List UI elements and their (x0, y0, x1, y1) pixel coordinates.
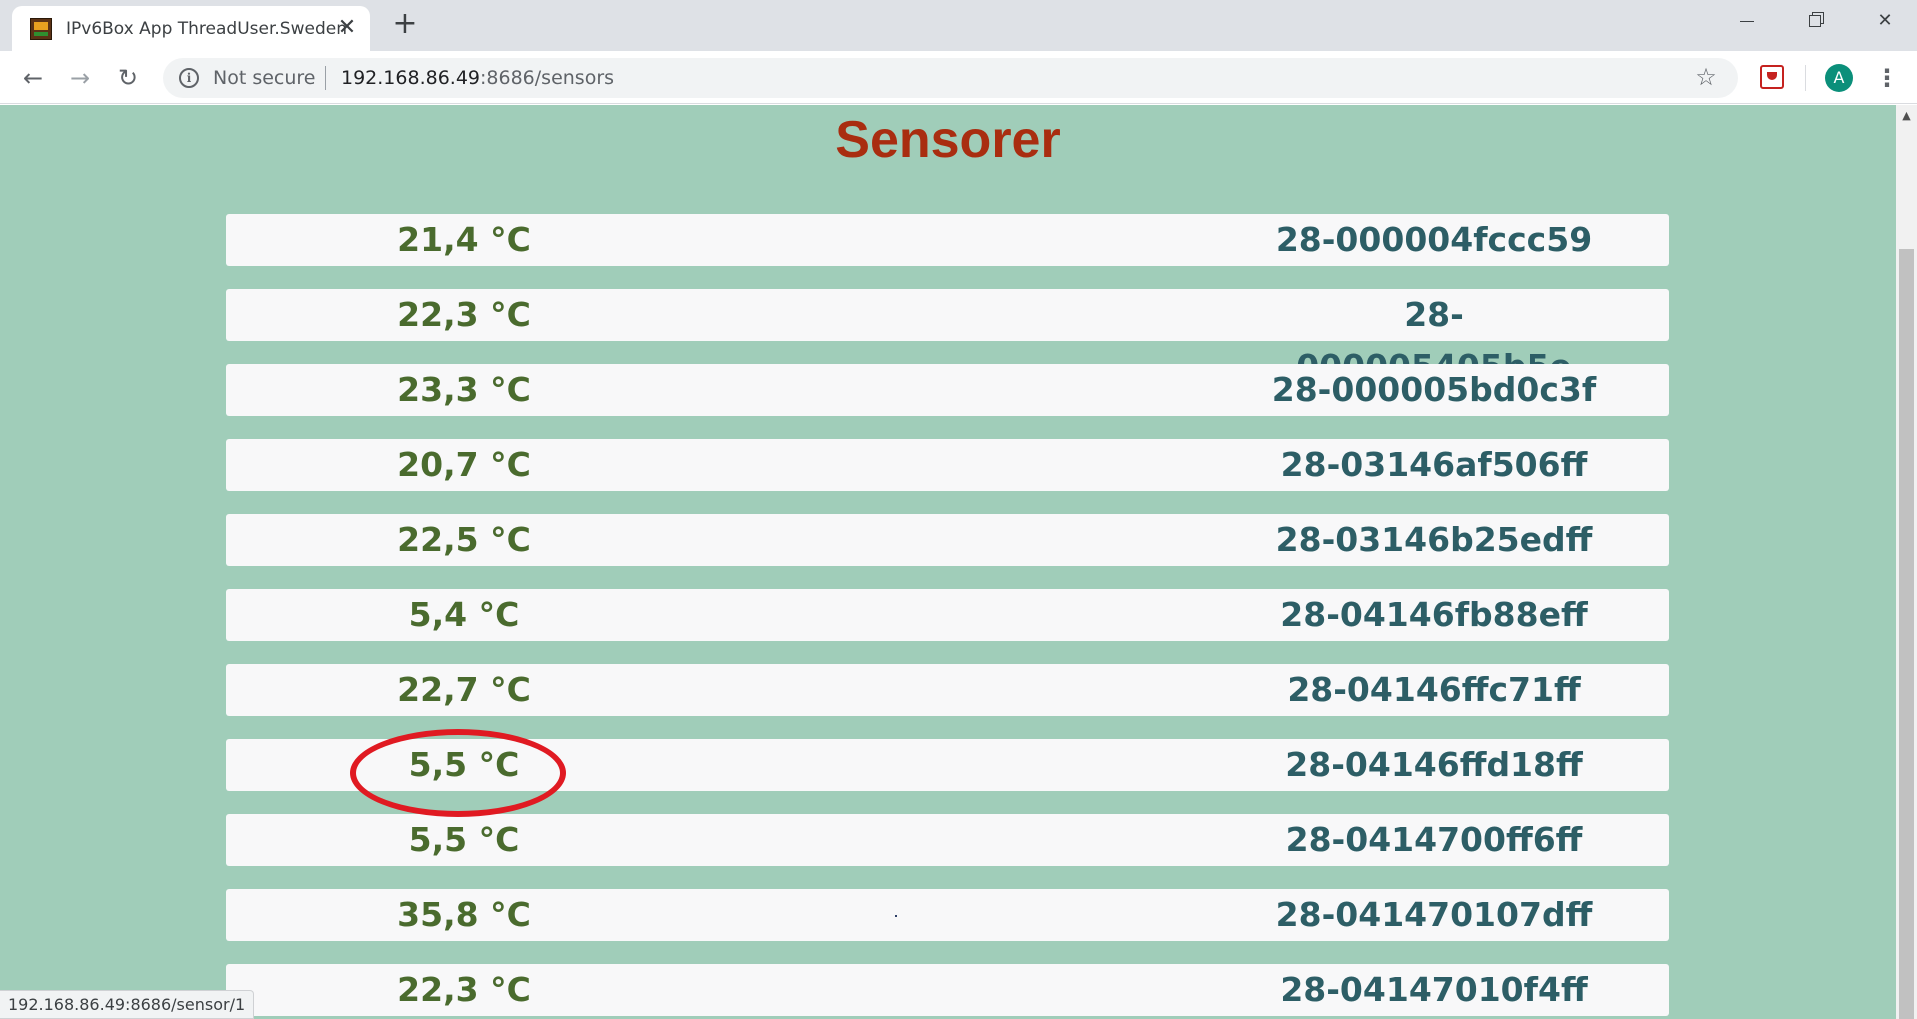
sensor-temperature: 22,3 °C (397, 970, 531, 1009)
forward-icon[interactable]: → (65, 63, 95, 93)
sensor-temperature: 5,4 °C (408, 595, 520, 634)
restore-button[interactable] (1792, 6, 1838, 36)
reload-icon[interactable]: ↻ (113, 63, 143, 93)
scroll-up-icon[interactable]: ▲ (1896, 105, 1917, 127)
sensor-row[interactable]: 20,7 °C 28-03146af506ff (226, 439, 1669, 491)
status-url: 192.168.86.49:8686/sensor/1 (0, 990, 255, 1019)
page-content: Sensorer 21,4 °C 28-000004fccc59 22,3 °C 28… (0, 105, 1896, 1019)
sensor-temperature: 22,3 °C (397, 295, 531, 334)
sensor-id: 28-03146af506ff (1280, 445, 1588, 484)
omnibox-divider (325, 66, 326, 90)
sensor-id: 28-04146fb88eff (1280, 595, 1588, 634)
sensor-row[interactable]: 22,3 °C 28-04147010f4ff (226, 964, 1669, 1016)
highlight-circle (350, 729, 566, 817)
sensor-id: 28-0414700ff6ff (1285, 820, 1583, 859)
browser-tab[interactable]: IPv6Box App ThreadUser.Sweden ✕ (12, 6, 370, 51)
sensor-id: 28-000005bd0c3f (1271, 370, 1597, 409)
url-text[interactable]: 192.168.86.49:8686/sensors (341, 67, 614, 89)
sensor-row[interactable]: 22,5 °C 28-03146b25edff (226, 514, 1669, 566)
sensor-row[interactable]: 23,3 °C 28-000005bd0c3f (226, 364, 1669, 416)
sensor-row[interactable]: 21,4 °C 28-000004fccc59 (226, 214, 1669, 266)
restore-icon (1809, 15, 1821, 27)
new-tab-icon[interactable]: + (390, 9, 420, 40)
sensor-row[interactable]: 35,8 °C 28-041470107dff (226, 889, 1669, 941)
sensor-id: 28-000004fccc59 (1275, 220, 1593, 259)
star-icon[interactable]: ☆ (1691, 62, 1721, 92)
address-bar[interactable]: i Not secure 192.168.86.49:8686/sensors … (163, 58, 1738, 98)
sensor-row[interactable]: 5,5 °C 28-0414700ff6ff (226, 814, 1669, 866)
sensor-row[interactable]: 22,3 °C28-000005405b5e (226, 289, 1669, 386)
sensor-temperature: 22,7 °C (397, 670, 531, 709)
info-icon[interactable]: i (179, 68, 199, 88)
sensor-temperature: 20,7 °C (397, 445, 531, 484)
menu-icon[interactable]: ⋮ (1875, 63, 1899, 93)
favicon-icon (30, 18, 52, 40)
tab-strip: IPv6Box App ThreadUser.Sweden ✕ + ✕ (0, 0, 1917, 51)
sensor-list: 21,4 °C 28-000004fccc59 22,3 °C28-00000540… (226, 214, 1669, 1019)
toolbar-divider (1805, 65, 1806, 91)
browser-toolbar: ← → ↻ i Not secure 192.168.86.49:8686/se… (0, 51, 1917, 104)
extension-icon[interactable] (1760, 65, 1784, 89)
sensor-temperature: 5,5 °C (408, 820, 520, 859)
sensor-row[interactable]: 5,4 °C 28-04146fb88eff (226, 589, 1669, 641)
sensor-temperature: 23,3 °C (397, 370, 531, 409)
sensor-temperature: 22,5 °C (397, 520, 531, 559)
sensor-row[interactable]: 22,7 °C 28-04146ffc71ff (226, 664, 1669, 716)
window-close-button[interactable]: ✕ (1862, 6, 1908, 36)
avatar[interactable]: A (1825, 64, 1853, 92)
security-label[interactable]: Not secure (213, 67, 316, 89)
sensor-id: 28-04146ffc71ff (1287, 670, 1581, 709)
sensor-temperature: 35,8 °C (397, 895, 531, 934)
minimize-icon (1740, 20, 1754, 22)
sensor-id: 28-04147010f4ff (1280, 970, 1588, 1009)
minimize-button[interactable] (1724, 6, 1770, 36)
url-path: :8686/sensors (480, 67, 615, 89)
cursor-dot (895, 915, 897, 917)
close-icon[interactable]: ✕ (334, 15, 360, 41)
tab-title: IPv6Box App ThreadUser.Sweden (66, 19, 347, 39)
scrollbar[interactable]: ▲ (1896, 105, 1917, 1019)
sensor-id: 28-041470107dff (1275, 895, 1593, 934)
sensor-id: 28-03146b25edff (1275, 520, 1593, 559)
back-icon[interactable]: ← (18, 63, 48, 93)
sensor-id: 28-04146ffd18ff (1285, 745, 1583, 784)
sensor-temperature: 21,4 °C (397, 220, 531, 259)
scroll-thumb[interactable] (1899, 249, 1914, 1019)
page-title: Sensorer (835, 111, 1061, 169)
url-host: 192.168.86.49 (341, 67, 481, 89)
